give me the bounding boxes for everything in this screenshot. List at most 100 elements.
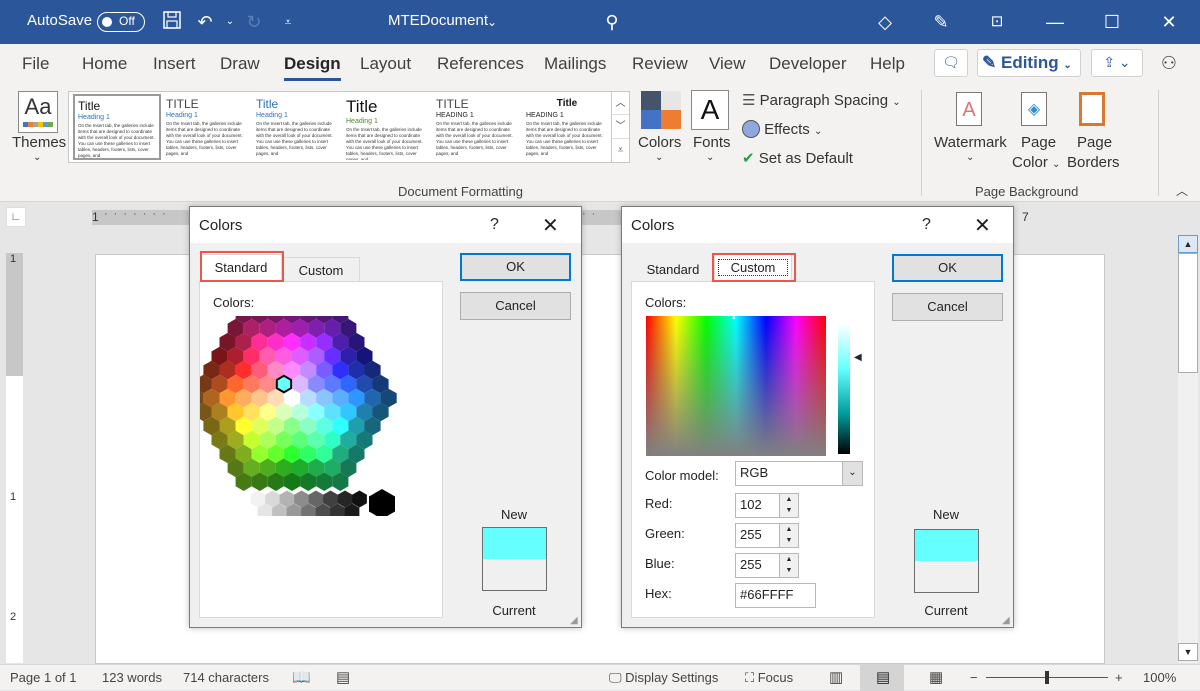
zoom-in-button[interactable]: + <box>1115 670 1123 685</box>
help-icon[interactable]: ? <box>490 216 499 234</box>
scroll-up-icon[interactable]: ▲ <box>1178 235 1198 253</box>
focus-button[interactable]: ⛶ Focus <box>745 670 793 686</box>
page-color-button[interactable]: Page <box>1021 134 1056 151</box>
tab-layout[interactable]: Layout <box>360 54 411 74</box>
red-input[interactable]: 102 <box>735 493 780 518</box>
customize-qat-icon[interactable]: ⩡ <box>276 10 300 34</box>
tab-review[interactable]: Review <box>632 54 688 74</box>
undo-icon[interactable]: ↶ <box>193 10 217 34</box>
colors-button[interactable]: Colors <box>638 134 681 151</box>
scroll-down-icon[interactable]: ▼ <box>1178 643 1198 661</box>
tab-draw[interactable]: Draw <box>220 54 260 74</box>
coauthor-icon[interactable]: ⚇ <box>1157 51 1181 75</box>
scroll-thumb[interactable] <box>1178 253 1198 373</box>
close-icon[interactable]: ✕ <box>1157 10 1181 34</box>
tab-help[interactable]: Help <box>870 54 905 74</box>
luminance-pointer-icon[interactable]: ◀ <box>854 352 862 363</box>
close-icon[interactable]: ✕ <box>974 213 991 238</box>
redo-icon[interactable]: ↻ <box>242 10 266 34</box>
maximize-icon[interactable]: ☐ <box>1100 10 1124 34</box>
page-borders-button[interactable]: Page <box>1077 134 1112 151</box>
watermark-button[interactable]: Watermark <box>934 134 1007 151</box>
document-title[interactable]: MTEDocument <box>388 12 488 29</box>
proofing-icon[interactable]: 📖 <box>292 668 311 686</box>
hex-input[interactable]: #66FFFF <box>735 583 816 608</box>
fonts-chevron-icon[interactable]: ⌄ <box>706 152 714 163</box>
character-count[interactable]: 714 characters <box>183 670 269 685</box>
accessibility-icon[interactable]: ▤ <box>336 668 350 686</box>
diamond-icon[interactable]: ◇ <box>873 10 897 34</box>
blue-input[interactable]: 255 <box>735 553 780 578</box>
style-set-item[interactable]: Title HEADING 1 On the Insert tab, the gal… <box>523 94 611 160</box>
tab-design[interactable]: Design <box>284 54 341 81</box>
print-layout-button[interactable]: ▤ <box>860 665 904 691</box>
themes-button[interactable]: Themes <box>12 134 66 151</box>
tab-selector-icon[interactable]: ∟ <box>6 207 26 227</box>
ribbon-display-icon[interactable]: ⊡ <box>985 10 1009 34</box>
page-color-label-2[interactable]: Color ⌄ <box>1012 154 1060 171</box>
tab-view[interactable]: View <box>709 54 746 74</box>
tab-home[interactable]: Home <box>82 54 127 74</box>
close-icon[interactable]: ✕ <box>542 213 559 238</box>
minimize-icon[interactable]: — <box>1043 10 1067 34</box>
page-borders-label-2[interactable]: Borders <box>1067 154 1120 171</box>
tab-custom[interactable]: Custom <box>282 257 360 282</box>
green-spinner[interactable]: ▲ ▼ <box>779 523 799 548</box>
hue-saturation-picker[interactable]: ▪ <box>646 313 826 456</box>
word-count[interactable]: 123 words <box>102 670 162 685</box>
tab-references[interactable]: References <box>437 54 524 74</box>
set-as-default-button[interactable]: ✔ Set as Default <box>742 149 853 167</box>
gallery-up-icon[interactable]: ︿ <box>612 92 629 116</box>
title-dropdown-icon[interactable]: ⌄ <box>480 10 504 34</box>
fonts-button[interactable]: Fonts <box>693 134 731 151</box>
web-layout-icon[interactable]: ▦ <box>929 668 943 686</box>
color-honeycomb[interactable] <box>200 316 444 516</box>
cancel-button[interactable]: Cancel <box>892 293 1003 321</box>
style-set-item[interactable]: Title Heading 1 On the Insert tab, the gal… <box>343 94 431 160</box>
vertical-scrollbar[interactable]: ▲ ▼ <box>1178 235 1198 663</box>
red-spinner[interactable]: ▲ ▼ <box>779 493 799 518</box>
comments-button[interactable]: 🗨 <box>934 49 968 77</box>
style-set-item[interactable]: Title Heading 1 On the Insert tab, the gal… <box>253 94 341 160</box>
read-mode-icon[interactable]: ▥ <box>829 668 843 686</box>
chevron-down-icon[interactable]: ⌄ <box>842 462 862 485</box>
tab-file[interactable]: File <box>22 54 49 74</box>
ok-button[interactable]: OK <box>460 253 571 281</box>
themes-chevron-icon[interactable]: ⌄ <box>33 152 41 163</box>
help-icon[interactable]: ? <box>922 216 931 234</box>
selected-swatch[interactable] <box>275 374 293 394</box>
paragraph-spacing-button[interactable]: ☰ Paragraph Spacing ⌄ <box>742 91 901 109</box>
watermark-chevron-icon[interactable]: ⌄ <box>966 152 974 163</box>
display-settings-button[interactable]: 🖵 Display Settings <box>609 670 718 686</box>
resize-grip-icon[interactable]: ◢ <box>570 615 578 626</box>
page-count[interactable]: Page 1 of 1 <box>10 670 77 685</box>
collapse-ribbon-icon[interactable]: ︿ <box>1176 182 1188 199</box>
zoom-out-button[interactable]: − <box>970 670 978 685</box>
cancel-button[interactable]: Cancel <box>460 292 571 320</box>
vertical-ruler[interactable]: 1 1 2 <box>6 253 23 663</box>
gallery-down-icon[interactable]: ﹀ <box>612 115 629 139</box>
style-set-item[interactable]: TITLE HEADING 1 On the Insert tab, the gal… <box>433 94 521 160</box>
tab-insert[interactable]: Insert <box>153 54 196 74</box>
zoom-level[interactable]: 100% <box>1143 670 1176 685</box>
save-icon[interactable] <box>160 10 184 34</box>
style-set-item[interactable]: TITLE Heading 1 On the Insert tab, the gal… <box>163 94 251 160</box>
green-input[interactable]: 255 <box>735 523 780 548</box>
ok-button[interactable]: OK <box>892 254 1003 282</box>
blue-spinner[interactable]: ▲ ▼ <box>779 553 799 578</box>
resize-grip-icon[interactable]: ◢ <box>1002 615 1010 626</box>
colors-chevron-icon[interactable]: ⌄ <box>655 152 663 163</box>
effects-button[interactable]: Effects ⌄ <box>742 120 822 138</box>
color-model-select[interactable]: RGB ⌄ <box>735 461 863 486</box>
gallery-scroll[interactable]: ︿ ﹀ ⩡ <box>611 91 630 163</box>
editing-button[interactable]: ✎ Editing ⌄ <box>977 49 1081 77</box>
luminance-slider[interactable] <box>838 323 850 454</box>
autosave-toggle[interactable]: Off <box>97 12 145 32</box>
pen-icon[interactable]: ✎ <box>929 10 953 34</box>
search-icon[interactable]: ⚲ <box>600 10 624 34</box>
tab-mailings[interactable]: Mailings <box>544 54 606 74</box>
undo-dropdown-icon[interactable]: ⌄ <box>218 10 242 34</box>
tab-developer[interactable]: Developer <box>769 54 847 74</box>
style-set-item[interactable]: Title Heading 1 On the Insert tab, the gal… <box>73 94 161 160</box>
black-swatch[interactable] <box>369 489 395 516</box>
